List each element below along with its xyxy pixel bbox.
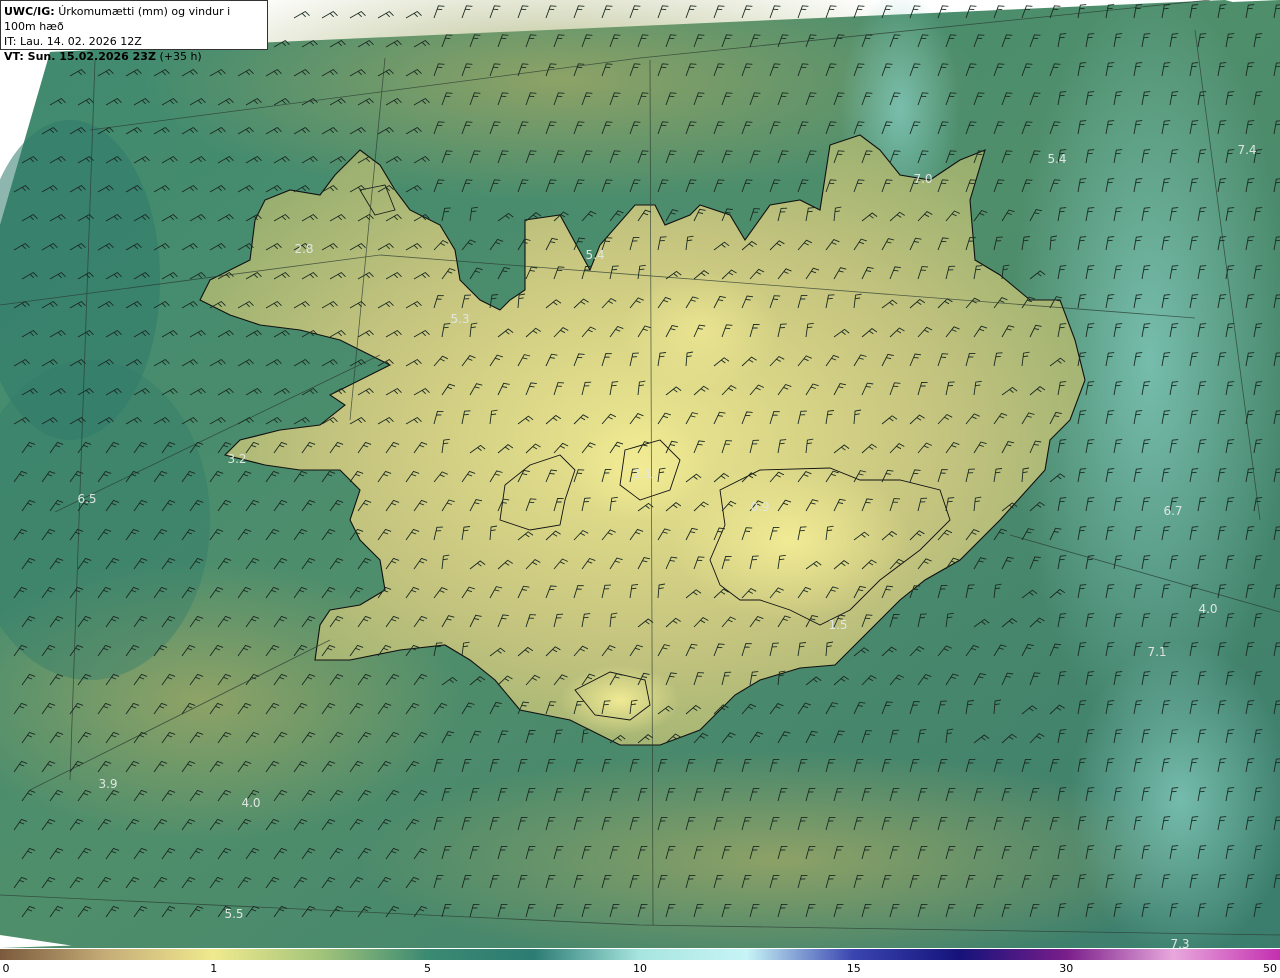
valid-time-line: VT: Sun. 15.02.2026 23Z (+35 h)	[4, 49, 264, 64]
precip-value-label: 5.3	[450, 312, 470, 326]
colorbar-tick-label: 30	[1059, 962, 1074, 975]
lead-time: (+35 h)	[159, 50, 202, 63]
map-info-box: UWC/IG: Úrkomumætti (mm) og vindur i 100…	[0, 0, 268, 63]
issue-time: IT: Lau. 14. 02. 2026 12Z	[4, 35, 142, 48]
precip-value-label: 0.9	[750, 500, 770, 514]
colorbar-tick-label: 50	[1263, 962, 1277, 975]
colorbar-tick-label: 5	[424, 962, 432, 975]
precip-value-label: 3.2	[227, 452, 247, 466]
colorbar: 0 1 5 10 15 30 50	[0, 948, 1280, 978]
precip-value-label: 1.5	[828, 618, 848, 632]
valid-time: VT: Sun. 15.02.2026 23Z	[4, 50, 156, 63]
precip-value-label: 4.0	[241, 796, 261, 810]
colorbar-tick-label: 15	[846, 962, 861, 975]
precip-value-label: 6.5	[77, 492, 97, 506]
title-line: UWC/IG: Úrkomumætti (mm) og vindur i 100…	[4, 4, 264, 34]
precip-value-label: 2.8	[294, 242, 314, 256]
precip-value-label: 4.0	[1198, 602, 1218, 616]
precip-value-label: 5.4	[1047, 152, 1067, 166]
precip-value-label: 2.1	[633, 467, 653, 481]
precip-value-label: 6.7	[1163, 504, 1183, 518]
colorbar-tick-label: 0	[2, 962, 10, 975]
precip-value-label: 5.4	[585, 248, 605, 262]
precip-value-label: 7.4	[1237, 143, 1257, 157]
precip-value-label: 7.0	[913, 172, 933, 186]
precip-value-label: 7.1	[1147, 645, 1167, 659]
product-label: UWC/IG:	[4, 5, 55, 18]
precip-value-label: 7.3	[1170, 937, 1190, 948]
colorbar-gradient	[0, 949, 1280, 960]
colorbar-tick-label: 1	[210, 962, 218, 975]
precip-value-label: 5.5	[224, 907, 244, 921]
colorbar-tick-label: 10	[633, 962, 647, 975]
map-area: 5.4 7.4 7.0 5.4 2.8 5.3 3.2 6.5 2.1 0.9 6.7 4.0 7.1 1…	[0, 0, 1280, 948]
precip-value-label: 3.9	[98, 777, 118, 791]
